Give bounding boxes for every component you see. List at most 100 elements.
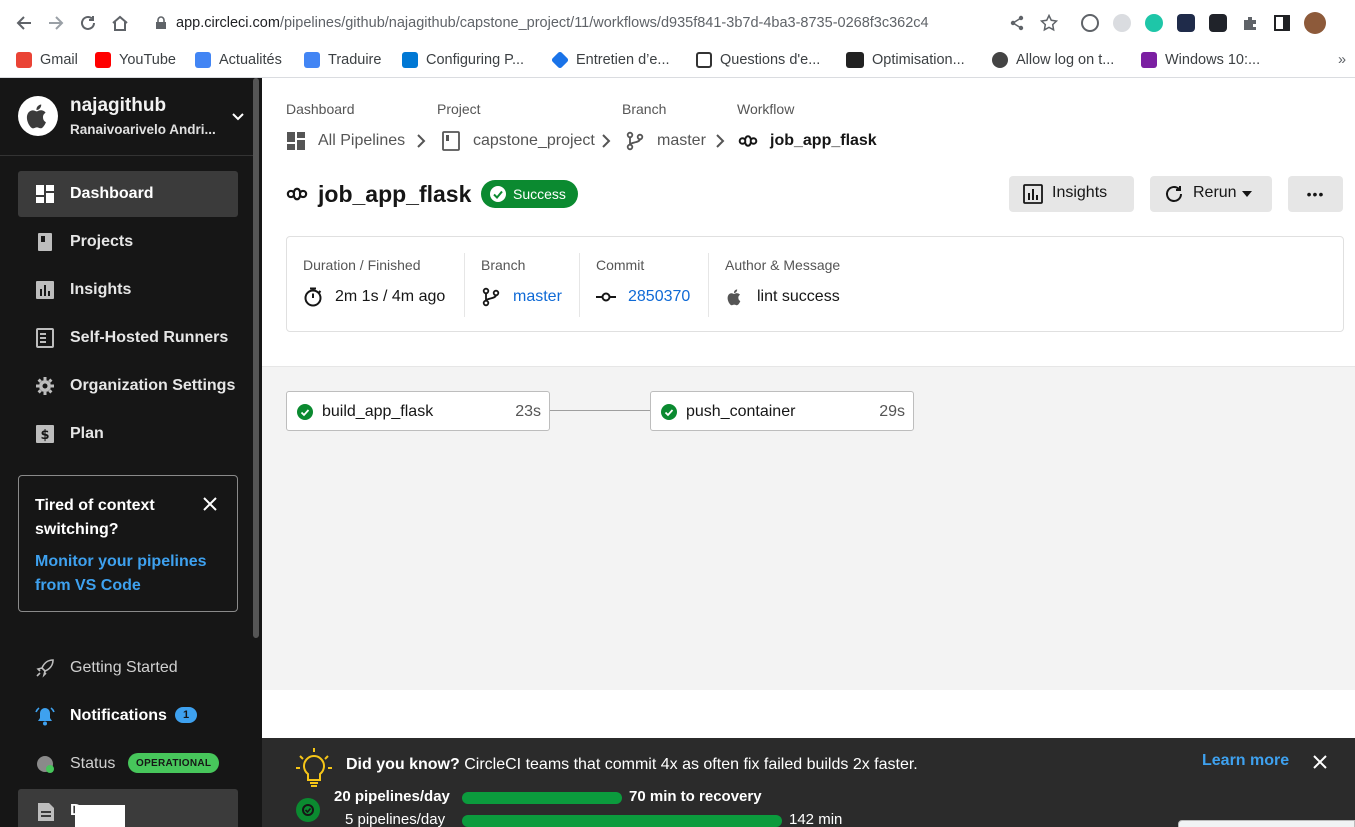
breadcrumb-heading: Workflow [737, 101, 795, 117]
sidebar-scrollbar[interactable] [253, 78, 259, 638]
runners-icon [36, 328, 54, 348]
home-icon[interactable] [109, 12, 131, 34]
lock-icon [156, 16, 166, 29]
bookmark-item[interactable]: Optimisation... [846, 50, 965, 70]
news-icon [195, 52, 211, 68]
dashboard-icon [287, 132, 305, 150]
chevron-right-icon [602, 134, 611, 148]
status-url-tooltip [1178, 820, 1355, 827]
apple-icon [727, 289, 741, 306]
learn-more-link[interactable]: Learn more [1202, 752, 1289, 770]
rerun-button-label: Rerun [1193, 184, 1237, 201]
status-icon [37, 756, 54, 773]
commit-link[interactable]: 2850370 [596, 285, 690, 309]
author-value: lint success [725, 285, 840, 309]
breadcrumb-all-pipelines[interactable]: All Pipelines [286, 130, 405, 152]
rerun-button[interactable]: Rerun [1150, 176, 1272, 212]
commit-message: lint success [757, 288, 840, 305]
projects-icon [38, 233, 52, 251]
close-icon[interactable] [202, 496, 218, 512]
reload-icon[interactable] [77, 12, 99, 34]
puzzle-icon[interactable] [1241, 14, 1259, 32]
sidebar-item-plan[interactable]: $ Plan [18, 411, 238, 457]
bookmark-item[interactable]: Gmail [16, 50, 78, 70]
status-label: Success [513, 186, 566, 202]
sidebar-item-insights[interactable]: Insights [18, 267, 238, 313]
breadcrumb-label: All Pipelines [318, 132, 406, 149]
sidebar-item-getting-started[interactable]: Getting Started [18, 648, 238, 688]
bookmark-item[interactable]: Actualités [195, 50, 282, 70]
sidebar-item-label: Dashboard [70, 185, 154, 202]
notification-count-badge: 1 [175, 707, 197, 723]
forward-arrow-icon[interactable] [45, 12, 67, 34]
bookmark-item[interactable]: Windows 10:... [1141, 50, 1260, 70]
commit-text: 2850370 [628, 288, 691, 305]
sidebar-item-projects[interactable]: Projects [18, 219, 238, 265]
duration-text: 2m 1s / 4m ago [335, 288, 446, 305]
gmail-icon [16, 52, 32, 68]
project-icon [442, 131, 460, 151]
react-devtools-icon[interactable] [1209, 14, 1227, 32]
back-arrow-icon[interactable] [13, 12, 35, 34]
profile-avatar[interactable] [1304, 12, 1326, 34]
sidebar-item-status[interactable]: Status OPERATIONAL [18, 744, 238, 784]
star-icon[interactable] [1040, 14, 1058, 32]
bookmark-item[interactable]: Entretien d’e... [550, 50, 670, 70]
browser-nav-row: app.circleci.com/pipelines/github/najagi… [0, 0, 1355, 46]
bookmark-item[interactable]: Configuring P... [402, 50, 524, 70]
divider [464, 253, 465, 317]
breadcrumb-project[interactable]: capstone_project [441, 130, 595, 152]
sidebar-item-label: Status [70, 755, 116, 772]
duration-label: Duration / Finished [303, 257, 421, 273]
close-icon[interactable] [1312, 754, 1328, 770]
bookmarks-bar: Gmail YouTube Actualités Traduire Config… [0, 46, 1355, 74]
breadcrumb-branch[interactable]: master [625, 130, 706, 152]
share-icon[interactable] [1008, 14, 1026, 32]
more-bookmarks-icon[interactable]: » [1338, 50, 1346, 70]
sidepanel-icon[interactable] [1273, 14, 1291, 32]
bookmark-item[interactable]: Traduire [304, 50, 381, 70]
bell-icon [35, 707, 55, 726]
caret-down-icon [1242, 191, 1252, 197]
bookmark-item[interactable]: Allow log on t... [992, 50, 1114, 70]
breadcrumb-label: master [657, 132, 706, 149]
sidebar-item-org-settings[interactable]: Organization Settings [18, 363, 238, 409]
insights-button[interactable]: Insights [1009, 176, 1134, 212]
stat-bar [462, 792, 622, 804]
bookmark-item[interactable]: Questions d'e... [696, 50, 820, 70]
branch-text: master [513, 288, 562, 305]
page-title: job_app_flask [318, 180, 472, 207]
did-you-know-body: CircleCI teams that commit 4x as often f… [464, 756, 918, 773]
bookmark-item[interactable]: YouTube [95, 50, 176, 70]
git-branch-icon [482, 287, 500, 307]
chevron-down-icon[interactable] [230, 108, 246, 124]
url-text: app.circleci.com/pipelines/github/najagi… [176, 15, 929, 31]
vscode-promo-card: Tired of context switching? Monitor your… [18, 475, 238, 612]
sidebar-item-runners[interactable]: Self-Hosted Runners [18, 315, 238, 361]
org-switcher[interactable]: najagithub Ranaivoarivelo Andri... [0, 78, 254, 156]
promo-link[interactable]: Monitor your pipelines from VS Code [35, 550, 220, 598]
job-card-build[interactable]: build_app_flask 23s [286, 391, 550, 431]
more-icon: ••• [1306, 186, 1325, 202]
sidebar-item-notifications[interactable]: Notifications 1 [18, 696, 238, 736]
sidebar-item-dashboard[interactable]: Dashboard [18, 171, 238, 217]
sidebar-item-partial[interactable]: D [18, 789, 238, 827]
extension-face-icon[interactable] [1113, 14, 1131, 32]
extension-dark-icon[interactable] [1177, 14, 1195, 32]
check-circle-icon [490, 186, 506, 202]
check-circle-icon [296, 798, 320, 822]
promo-title: Tired of context switching? [35, 497, 155, 538]
globe-icon [992, 52, 1008, 68]
workflow-meta-card: Duration / Finished 2m 1s / 4m ago Branc… [286, 236, 1344, 332]
more-options-button[interactable]: ••• [1288, 176, 1343, 212]
sql-icon [846, 52, 864, 68]
job-card-push[interactable]: push_container 29s [650, 391, 914, 431]
svg-text:$: $ [40, 428, 49, 443]
extension-circle-icon[interactable] [1081, 14, 1099, 32]
branch-link[interactable]: master [481, 285, 562, 309]
sidebar: najagithub Ranaivoarivelo Andri... Dashb… [0, 78, 262, 827]
breadcrumb-heading: Branch [622, 101, 667, 117]
extension-grammar-icon[interactable] [1145, 14, 1163, 32]
address-bar[interactable]: app.circleci.com/pipelines/github/najagi… [144, 8, 1074, 39]
url-host: app.circleci.com [176, 15, 280, 31]
